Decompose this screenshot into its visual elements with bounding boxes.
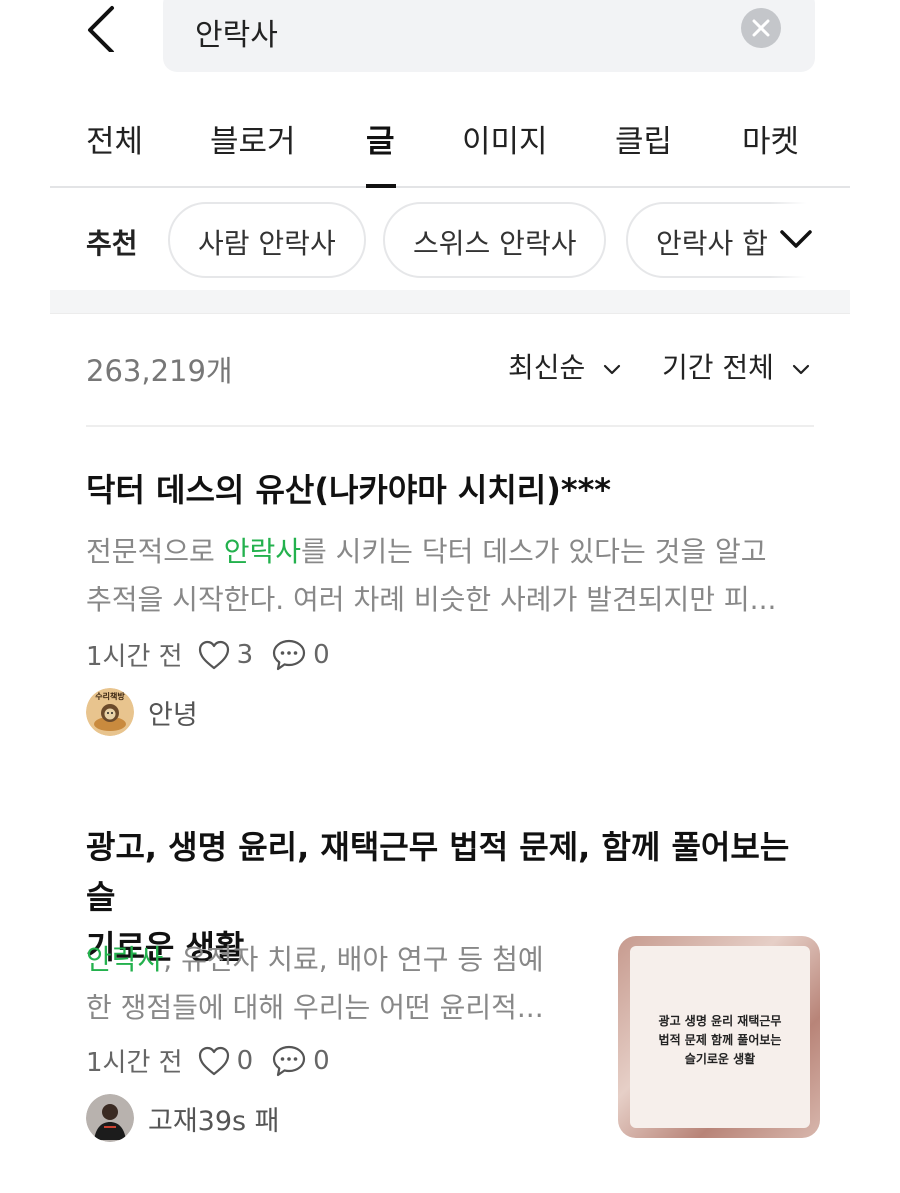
search-input[interactable]: 안락사 [163, 0, 815, 72]
tab-market[interactable]: 마켓 [742, 116, 799, 161]
thumbnail-card: 광고 생명 윤리 재택근무 법적 문제 함께 풀어보는 슬기로운 생활 [630, 946, 810, 1128]
author-name: 안녕 [148, 699, 198, 731]
snippet-text: 전문적으로 [86, 535, 224, 568]
author-name: 고재39s 패 [148, 1105, 280, 1137]
tab-clips[interactable]: 클립 [615, 116, 672, 161]
divider [86, 425, 814, 427]
like-count: 0 [236, 1045, 254, 1076]
snippet-highlight: 안락사 [223, 535, 301, 568]
tab-blogger[interactable]: 블로거 [210, 116, 296, 161]
search-header: 안락사 [0, 0, 900, 80]
avatar: 수리책방 [86, 688, 134, 736]
tab-images[interactable]: 이미지 [462, 116, 548, 161]
comment-count: 0 [313, 1045, 330, 1076]
post-meta: 1시간 전 0 0 [86, 1042, 334, 1079]
post-author[interactable]: 수리책방 안녕 [86, 688, 198, 736]
period-dropdown[interactable]: 기간 전체 [662, 346, 811, 386]
post-time: 1시간 전 [86, 1048, 183, 1078]
heart-icon[interactable] [197, 1045, 231, 1077]
post-thumbnail[interactable]: 광고 생명 윤리 재택근무 법적 문제 함께 풀어보는 슬기로운 생활 [618, 936, 820, 1138]
clear-search-icon[interactable] [741, 8, 781, 48]
post-snippet: 안락사, 유전자 치료, 배아 연구 등 첨예 한 쟁점들에 대해 우리는 어떤… [86, 936, 606, 1032]
chip-keyword[interactable]: 사람 안락사 [168, 202, 366, 278]
result-count: 263,219개 [86, 354, 233, 388]
like-count: 3 [236, 639, 254, 670]
tab-posts[interactable]: 글 [366, 116, 395, 161]
snippet-text: , 유전자 치료, 배아 연구 등 첨예 [163, 943, 544, 976]
section-divider [50, 290, 850, 314]
post-title-line: 광고, 생명 윤리, 재택근무 법적 문제, 함께 풀어보는 슬 [86, 828, 790, 916]
thumbnail-text: 광고 생명 윤리 재택근무 법적 문제 함께 풀어보는 슬기로운 생활 [630, 1012, 810, 1069]
post-snippet: 전문적으로 안락사를 시키는 닥터 데스가 있다는 것을 알고 추적을 시작한다… [86, 528, 816, 624]
chip-keyword[interactable]: 스위스 안락사 [383, 202, 607, 278]
chevron-down-icon [604, 364, 621, 375]
post-time: 1시간 전 [86, 642, 183, 672]
back-arrow-icon[interactable] [78, 4, 126, 54]
avatar-logo-text: 수리책방 [95, 692, 125, 701]
sort-dropdown[interactable]: 최신순 [508, 346, 622, 386]
comment-count: 0 [313, 639, 330, 670]
active-tab-indicator [366, 184, 396, 188]
post-meta: 1시간 전 3 0 [86, 636, 334, 673]
thumbnail-line: 법적 문제 함께 풀어보는 [658, 1033, 782, 1047]
chevron-down-icon [792, 364, 809, 375]
thumbnail-line: 광고 생명 윤리 재택근무 [658, 1014, 782, 1028]
post-author[interactable]: 고재39s 패 [86, 1094, 280, 1142]
post-title[interactable]: 닥터 데스의 유산(나카야마 시치리)*** [86, 465, 611, 515]
recommend-label: 추천 [86, 227, 138, 260]
snippet-text: 추적을 시작한다. 여러 차례 비슷한 사례가 발견되지만 피... [86, 583, 777, 616]
category-tabs: 전체 블로거 글 이미지 클립 마켓 [50, 110, 850, 188]
comment-icon[interactable] [271, 638, 307, 672]
snippet-text: 를 시키는 닥터 데스가 있다는 것을 알고 [300, 535, 767, 568]
chevron-down-icon[interactable] [776, 220, 816, 260]
sort-label: 최신순 [508, 351, 586, 384]
avatar [86, 1094, 134, 1142]
search-query-text: 안락사 [195, 18, 278, 53]
heart-icon[interactable] [197, 639, 231, 671]
recommended-keywords: 추천 사람 안락사 스위스 안락사 안락사 합 [50, 200, 850, 280]
snippet-text: 한 쟁점들에 대해 우리는 어떤 윤리적... [86, 991, 544, 1024]
thumbnail-line: 슬기로운 생활 [684, 1052, 756, 1066]
comment-icon[interactable] [271, 1044, 307, 1078]
period-label: 기간 전체 [662, 351, 774, 384]
tab-all[interactable]: 전체 [86, 116, 143, 161]
snippet-highlight: 안락사 [86, 943, 164, 976]
